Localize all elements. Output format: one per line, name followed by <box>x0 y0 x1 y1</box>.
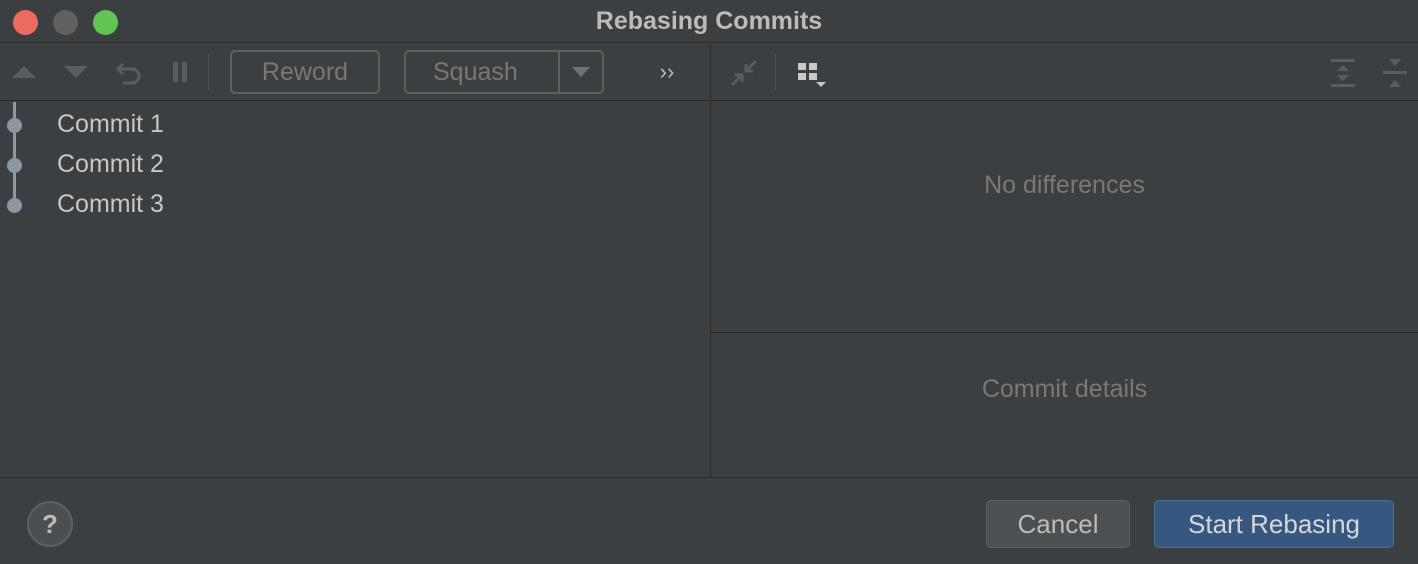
commit-details-pane: Commit details <box>711 333 1418 477</box>
cancel-button[interactable]: Cancel <box>986 500 1130 548</box>
commit-toolbar: Reword Squash ›› <box>0 44 710 101</box>
help-button[interactable]: ? <box>27 501 73 547</box>
collapse-icon[interactable] <box>727 56 761 90</box>
commit-details-text: Commit details <box>981 375 1148 403</box>
footer-separator <box>0 477 1418 478</box>
title-bar: Rebasing Commits <box>0 0 1418 43</box>
commit-node-icon <box>7 198 22 213</box>
move-down-icon[interactable] <box>62 58 90 86</box>
squash-dropdown-button[interactable] <box>558 52 602 92</box>
overflow-menu-button[interactable]: ›› <box>652 58 682 86</box>
diff-toolbar <box>711 44 1418 101</box>
no-differences-text: No differences <box>984 171 1145 199</box>
chevron-down-icon <box>572 67 590 77</box>
commit-row[interactable]: Commit 3 <box>0 184 710 224</box>
group-by-icon[interactable] <box>795 58 827 90</box>
toolbar-separator <box>208 54 209 90</box>
diff-pane: No differences <box>711 102 1418 332</box>
commit-label: Commit 1 <box>57 110 164 138</box>
expand-all-icon[interactable] <box>1327 56 1359 90</box>
pause-icon[interactable] <box>166 58 194 86</box>
window-title: Rebasing Commits <box>595 7 823 35</box>
start-rebasing-button[interactable]: Start Rebasing <box>1154 500 1394 548</box>
commit-label: Commit 2 <box>57 150 164 178</box>
commit-node-icon <box>7 158 22 173</box>
undo-icon[interactable] <box>114 58 144 88</box>
squash-button[interactable]: Squash <box>404 50 604 94</box>
commit-row[interactable]: Commit 1 <box>0 104 710 144</box>
move-up-icon[interactable] <box>10 58 38 86</box>
collapse-all-icon[interactable] <box>1379 56 1411 90</box>
commit-list: Commit 1 Commit 2 Commit 3 <box>0 102 710 477</box>
reword-button[interactable]: Reword <box>230 50 380 94</box>
toolbar-separator <box>775 54 776 90</box>
commit-label: Commit 3 <box>57 190 164 218</box>
commit-node-icon <box>7 118 22 133</box>
commit-row[interactable]: Commit 2 <box>0 144 710 184</box>
squash-label: Squash <box>433 57 518 86</box>
